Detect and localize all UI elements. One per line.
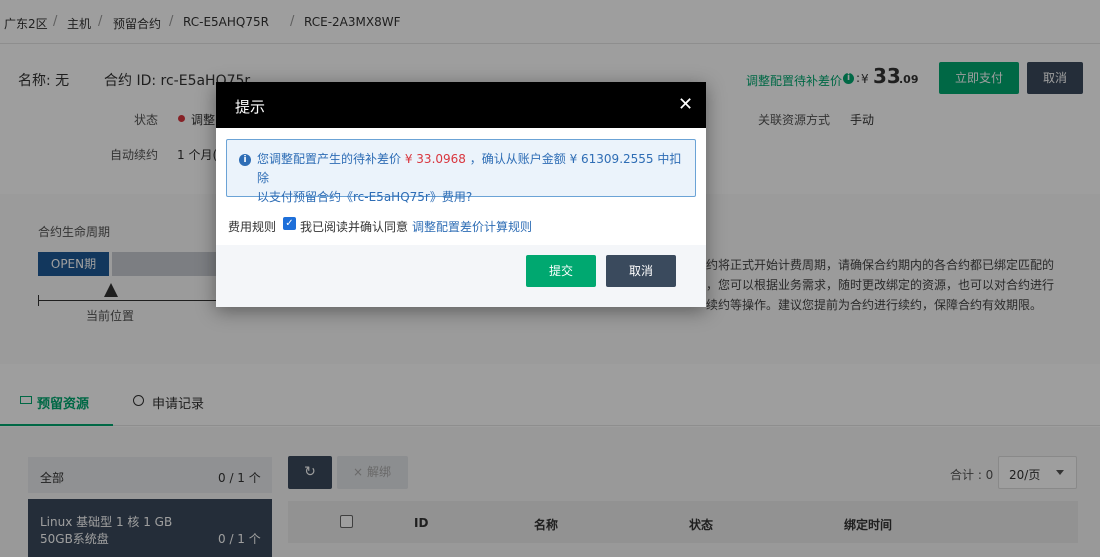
agree-checkbox[interactable]: ✓ — [283, 217, 296, 230]
confirm-dialog: 提示 ✕ i 您调整配置产生的待补差价 ¥ 33.0968 ，确认从账户金额 ¥… — [216, 82, 706, 307]
dialog-notice: i 您调整配置产生的待补差价 ¥ 33.0968 ，确认从账户金额 ¥ 6130… — [226, 139, 696, 204]
submit-button[interactable]: 提交 — [526, 255, 596, 287]
notice-text-part1: 您调整配置产生的待补差价 — [257, 152, 402, 166]
dialog-cancel-button[interactable]: 取消 — [606, 255, 676, 287]
notice-text-line2: 以支付预留合约《rc-E5aHQ75r》费用? — [257, 190, 473, 204]
close-icon[interactable]: ✕ — [678, 94, 693, 115]
notice-message: 您调整配置产生的待补差价 ¥ 33.0968 ，确认从账户金额 ¥ 61309.… — [257, 150, 687, 207]
fee-rule-link[interactable]: 调整配置差价计算规则 — [412, 218, 532, 235]
info-icon: i — [239, 154, 251, 166]
notice-amount: ¥ 33.0968 — [404, 152, 466, 166]
dialog-header: 提示 ✕ — [216, 82, 706, 128]
fee-rule-label: 费用规则 — [228, 220, 277, 234]
agree-text: 我已阅读并确认同意 — [300, 220, 409, 234]
dialog-title: 提示 — [235, 98, 266, 116]
dialog-footer: 提交 取消 — [216, 245, 706, 307]
